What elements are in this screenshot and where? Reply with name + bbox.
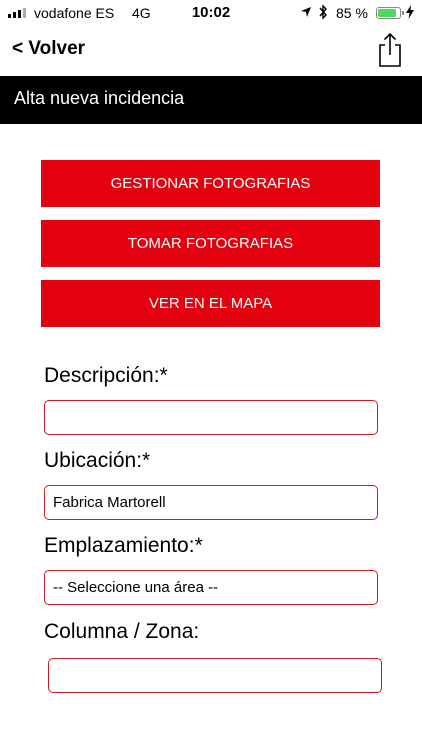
page-title: Alta nueva incidencia — [0, 76, 422, 124]
bluetooth-icon — [319, 4, 327, 20]
description-label: Descripción:* — [44, 364, 168, 387]
battery-icon — [376, 7, 404, 19]
description-input[interactable] — [44, 400, 378, 435]
manage-photos-button[interactable]: GESTIONAR FOTOGRAFIAS — [41, 160, 380, 207]
placement-select[interactable]: -- Seleccione una área -- — [44, 570, 378, 605]
status-bar: vodafone ES 4G 10:02 85 % — [0, 0, 422, 26]
back-button[interactable]: < Volver — [12, 38, 85, 60]
view-map-button[interactable]: VER EN EL MAPA — [41, 280, 380, 327]
location-label: Ubicación:* — [44, 449, 151, 472]
column-zone-label: Columna / Zona: — [44, 620, 200, 643]
battery-percent: 85 % — [336, 5, 368, 21]
placement-label: Emplazamiento:* — [44, 534, 203, 557]
location-arrow-icon — [301, 7, 311, 17]
location-input[interactable]: Fabrica Martorell — [44, 485, 378, 520]
battery-level — [378, 9, 396, 17]
share-icon[interactable] — [376, 32, 404, 68]
navigation-bar: < Volver — [0, 26, 422, 74]
take-photos-button[interactable]: TOMAR FOTOGRAFIAS — [41, 220, 380, 267]
column-zone-input[interactable] — [48, 658, 382, 693]
charging-bolt-icon — [406, 5, 414, 19]
